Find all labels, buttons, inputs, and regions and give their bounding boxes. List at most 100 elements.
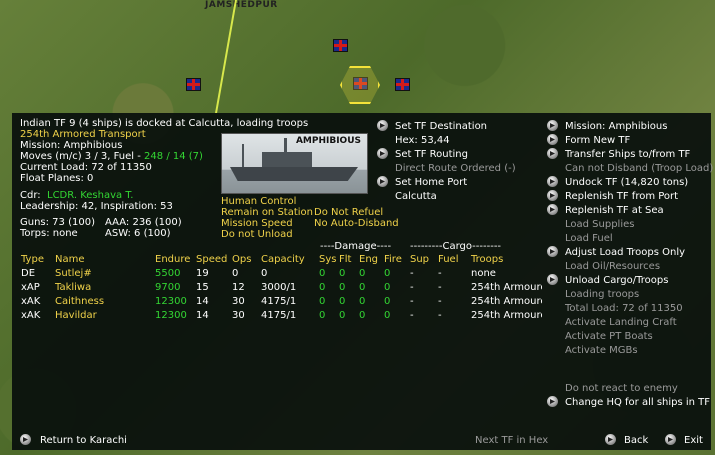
back-button-icon[interactable] <box>605 434 616 445</box>
commander-name-link[interactable]: LCDR. Keshava T. <box>47 190 133 201</box>
menu-item[interactable]: Undock TF (14,820 tons) <box>565 177 688 189</box>
table-cell: xAP <box>21 282 40 293</box>
table-cell: none <box>471 268 496 279</box>
menu-item: Total Load: 72 of 11350 <box>565 303 683 314</box>
column-header[interactable]: Sup <box>410 254 429 266</box>
table-cell: 0 <box>319 282 326 293</box>
table-cell: DE <box>21 268 36 279</box>
column-header[interactable]: Flt <box>339 254 351 266</box>
menu-item[interactable]: Unload Cargo/Troops <box>565 275 668 287</box>
column-header[interactable]: Troops <box>471 254 503 266</box>
return-button-icon[interactable] <box>20 434 31 445</box>
map-boundary-line <box>215 0 237 113</box>
menu-item[interactable]: Replenish TF at Sea <box>565 205 664 217</box>
set-home-port[interactable]: Set Home Port <box>395 177 467 189</box>
table-cell: - <box>410 282 414 293</box>
set-tf-routing[interactable]: Set TF Routing <box>395 149 468 161</box>
toggle-do-not-unload[interactable]: Do not Unload <box>221 229 293 241</box>
menu-button-icon[interactable] <box>547 120 558 131</box>
table-cell: 0 <box>339 282 346 293</box>
ship-name-link[interactable]: Caithness <box>55 296 104 308</box>
ship-name-link[interactable]: Havildar <box>55 310 97 322</box>
menu-item[interactable]: Transfer Ships to/from TF <box>565 149 690 161</box>
menu-button-icon[interactable] <box>547 148 558 159</box>
table-cell: 0 <box>359 296 366 307</box>
return-to-port-button[interactable]: Return to Karachi <box>40 435 127 447</box>
column-header[interactable]: Capacity <box>261 254 305 266</box>
ship-name-link[interactable]: Sutlej# <box>55 268 92 280</box>
menu-button-icon[interactable] <box>547 204 558 215</box>
menu-button-icon[interactable] <box>547 176 558 187</box>
set-tf-destination[interactable]: Set TF Destination <box>395 121 487 133</box>
menu-button-icon[interactable] <box>547 134 558 145</box>
exit-button-icon[interactable] <box>665 434 676 445</box>
column-header[interactable]: Eng <box>359 254 378 266</box>
table-cell: - <box>410 268 414 279</box>
tf-fuel-value: 248 / 14 (7) <box>144 151 203 162</box>
table-cell: 14 <box>196 296 209 307</box>
destination-hex: Hex: 53,44 <box>395 135 450 146</box>
table-cell: xAK <box>21 296 41 307</box>
ship-image-label: AMPHIBIOUS <box>295 136 361 146</box>
menu-button-icon[interactable] <box>547 246 558 257</box>
column-header[interactable]: Name <box>55 254 85 266</box>
next-tf-in-hex-button[interactable]: Next TF in Hex <box>475 435 548 447</box>
column-header[interactable]: Ops <box>232 254 251 266</box>
table-cell: 0 <box>384 282 391 293</box>
table-cell: 12300 <box>155 296 187 307</box>
ship-class-image: AMPHIBIOUS <box>221 133 368 194</box>
british-flag-icon[interactable] <box>395 78 410 91</box>
table-cell: 12300 <box>155 310 187 321</box>
cargo-header: ---------Cargo-------- <box>410 241 502 252</box>
column-header[interactable]: Endure <box>155 254 190 266</box>
table-cell: - <box>410 296 414 307</box>
table-cell: - <box>410 310 414 321</box>
table-cell: 14 <box>196 310 209 321</box>
toggle-no-auto-disband[interactable]: No Auto-Disband <box>314 218 399 230</box>
table-cell: 0 <box>384 310 391 321</box>
menu-item[interactable]: Mission: Amphibious <box>565 121 667 133</box>
column-header[interactable]: Sys <box>319 254 336 266</box>
menu-button-icon[interactable] <box>547 190 558 201</box>
menu-item[interactable]: Change HQ for all ships in TF <box>565 397 710 409</box>
table-cell: 4175/1 <box>261 296 297 307</box>
menu-item: Activate PT Boats <box>565 331 653 342</box>
table-cell: 12 <box>232 282 245 293</box>
british-flag-icon[interactable] <box>186 78 201 91</box>
tf-leadership: Leadership: 42, Inspiration: 53 <box>20 201 173 212</box>
table-cell: 0 <box>339 296 346 307</box>
table-cell: 254th Armoured Brigade <box>471 296 542 307</box>
column-header[interactable]: Fuel <box>438 254 458 266</box>
table-cell: 0 <box>319 268 326 279</box>
table-cell: 0 <box>384 268 391 279</box>
menu-button-icon[interactable] <box>547 274 558 285</box>
column-header[interactable]: Fire <box>384 254 402 266</box>
table-cell: 0 <box>384 296 391 307</box>
menu-item: Load Fuel <box>565 233 613 244</box>
set-destination-button-icon[interactable] <box>377 120 388 131</box>
menu-item: Activate MGBs <box>565 345 638 356</box>
column-header[interactable]: Speed <box>196 254 227 266</box>
table-cell: 254th Armoured Brigade <box>471 282 542 293</box>
table-cell: 254th Armoured Brigade <box>471 310 542 321</box>
table-cell: 15 <box>196 282 209 293</box>
menu-item[interactable]: Adjust Load Troops Only <box>565 247 685 259</box>
menu-item[interactable]: Replenish TF from Port <box>565 191 678 203</box>
table-cell: 0 <box>319 296 326 307</box>
set-home-port-button-icon[interactable] <box>377 176 388 187</box>
selected-hex-highlight[interactable] <box>340 66 380 104</box>
menu-button-icon[interactable] <box>547 396 558 407</box>
ship-name-link[interactable]: Takliwa <box>55 282 91 294</box>
menu-item: Activate Landing Craft <box>565 317 677 328</box>
menu-item: Loading troops <box>565 289 640 300</box>
column-header[interactable]: Type <box>21 254 44 266</box>
menu-item[interactable]: Form New TF <box>565 135 630 147</box>
back-button[interactable]: Back <box>624 435 648 447</box>
set-routing-button-icon[interactable] <box>377 148 388 159</box>
british-flag-icon[interactable] <box>333 39 348 52</box>
table-cell: 3000/1 <box>261 282 297 293</box>
table-cell: 5500 <box>155 268 181 279</box>
exit-button[interactable]: Exit <box>684 435 703 447</box>
table-cell: 4175/1 <box>261 310 297 321</box>
table-cell: 0 <box>359 268 366 279</box>
